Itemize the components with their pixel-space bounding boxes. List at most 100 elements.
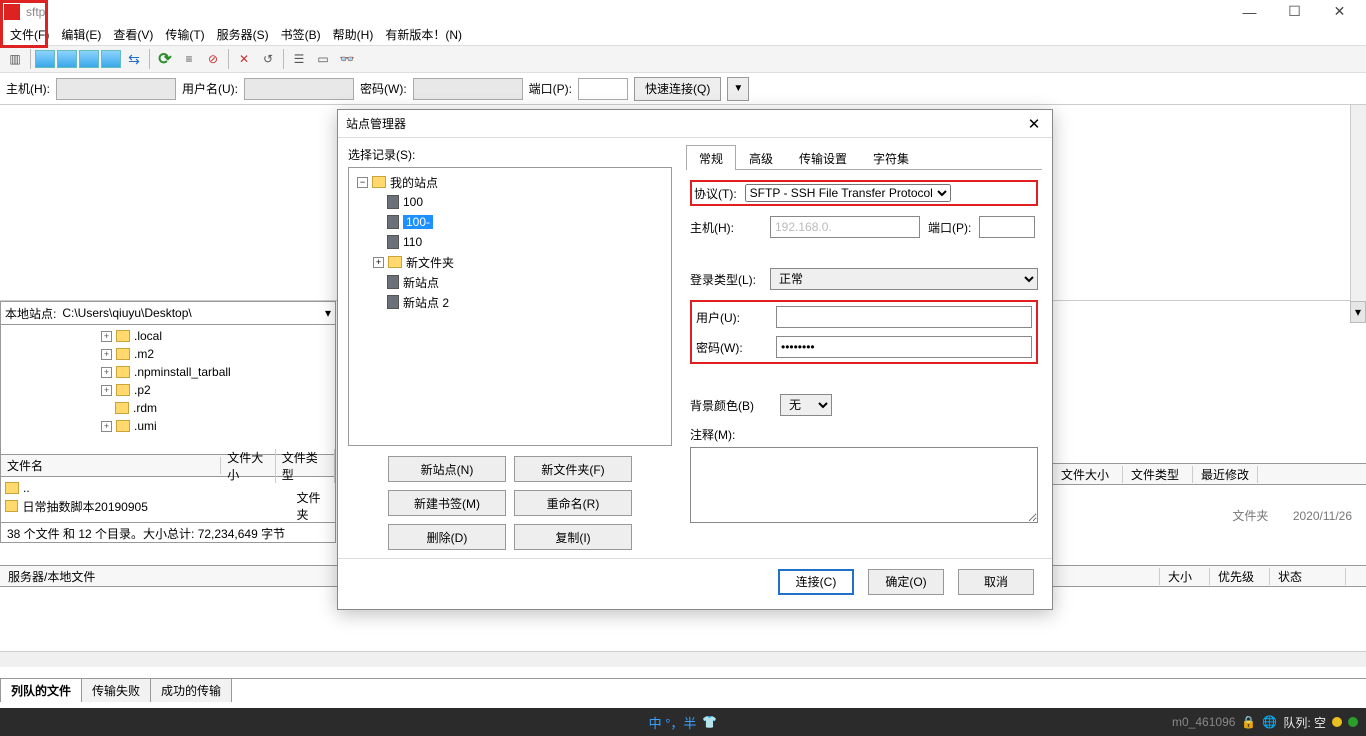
port-input[interactable] [979,216,1035,238]
host-input[interactable] [770,216,920,238]
hscrollbar[interactable] [0,651,1366,667]
col-type[interactable]: 文件类型 [1123,466,1193,483]
dialog-close-button[interactable]: ✕ [1024,115,1044,133]
compare-icon[interactable]: ▭ [312,48,334,70]
qc-port-input[interactable] [578,78,628,100]
user-input[interactable] [776,306,1032,328]
tab-general[interactable]: 常规 [686,145,736,170]
watermark: m0_461096 [1172,715,1235,729]
qc-pass-input[interactable] [413,78,523,100]
chevron-down-icon[interactable]: ▾ [321,306,335,320]
bottom-tabs: 列队的文件 传输失败 成功的传输 [0,678,1366,702]
remote-path-dropdown[interactable]: ▾ [1350,301,1366,323]
qc-connect-button[interactable]: 快速连接(Q) [634,77,721,101]
login-type-label: 登录类型(L): [690,271,762,288]
rename-button[interactable]: 重命名(R) [514,490,632,516]
tab-transfer[interactable]: 传输设置 [786,145,860,170]
col-size[interactable]: 大小 [1160,568,1210,585]
layout-3-icon[interactable] [79,50,99,68]
ok-button[interactable]: 确定(O) [868,569,944,595]
site-item[interactable]: 100 [403,195,423,209]
cancel-icon[interactable]: ✕ [233,48,255,70]
close-button[interactable]: ✕ [1317,0,1362,23]
site-item[interactable]: 110 [403,235,422,249]
site-manager-dialog: 站点管理器 ✕ 选择记录(S): −我的站点 100 100- 110 +新文件… [337,109,1053,610]
refresh-icon[interactable]: ⟳ [154,48,176,70]
tab-charset[interactable]: 字符集 [860,145,922,170]
pass-input[interactable] [776,336,1032,358]
tree-node[interactable]: .umi [134,419,157,433]
qc-user-input[interactable] [244,78,354,100]
layout-4-icon[interactable] [101,50,121,68]
menu-server[interactable]: 服务器(S) [211,24,275,45]
menu-edit[interactable]: 编辑(E) [55,24,107,45]
connect-button[interactable]: 连接(C) [778,569,854,595]
new-bookmark-button[interactable]: 新建书签(M) [388,490,506,516]
login-type-select[interactable]: 正常 [770,268,1038,290]
minimize-button[interactable]: — [1227,0,1272,23]
menu-view[interactable]: 查看(V) [107,24,159,45]
new-folder-button[interactable]: 新文件夹(F) [514,456,632,482]
site-tree[interactable]: −我的站点 100 100- 110 +新文件夹 新站点 新站点 2 [348,167,672,446]
site-folder[interactable]: 新文件夹 [406,254,454,271]
port-label: 端口(P): [928,219,971,236]
col-type[interactable]: 文件类型 [276,449,335,483]
site-item[interactable]: 新站点 [403,274,439,291]
dialog-tabs: 常规 高级 传输设置 字符集 [686,144,1042,170]
tab-queued[interactable]: 列队的文件 [0,678,82,702]
site-manager-icon[interactable]: ▥ [4,48,26,70]
tree-node[interactable]: .local [134,329,162,343]
tab-failed[interactable]: 传输失败 [81,678,151,702]
new-site-button[interactable]: 新站点(N) [388,456,506,482]
maximize-button[interactable]: ☐ [1272,0,1317,23]
sync-arrows-icon[interactable]: ⇆ [123,48,145,70]
list-item[interactable]: .. [23,481,30,495]
tree-node[interactable]: .m2 [134,347,154,361]
col-size[interactable]: 文件大小 [1053,466,1123,483]
list-item[interactable]: 日常抽数脚本20190905 [22,498,234,515]
qc-dropdown-button[interactable]: ▼ [727,77,749,101]
layout-1-icon[interactable] [35,50,55,68]
layout-2-icon[interactable] [57,50,77,68]
protocol-label: 协议(T): [694,185,737,202]
copy-button[interactable]: 复制(I) [514,524,632,550]
dialog-titlebar: 站点管理器 ✕ [338,110,1052,138]
local-path-bar: 本地站点: ▾ [0,301,336,325]
menu-bookmarks[interactable]: 书签(B) [275,24,327,45]
tree-node[interactable]: .npminstall_tarball [134,365,231,379]
list-icon[interactable]: ☰ [288,48,310,70]
menu-help[interactable]: 帮助(H) [327,24,380,45]
reconnect-icon[interactable]: ↺ [257,48,279,70]
menu-new-version[interactable]: 有新版本！(N) [379,24,468,45]
pass-label: 密码(W): [696,339,768,356]
stop-icon[interactable]: ⊘ [202,48,224,70]
search-icon[interactable]: 👓 [336,48,358,70]
menu-transfer[interactable]: 传输(T) [159,24,210,45]
protocol-select[interactable]: SFTP - SSH File Transfer Protocol [745,184,951,202]
user-label: 用户(U): [696,309,768,326]
tab-advanced[interactable]: 高级 [736,145,786,170]
menu-file[interactable]: 文件(F) [4,24,55,45]
tree-root[interactable]: 我的站点 [390,174,438,191]
tree-node[interactable]: .rdm [133,401,157,415]
local-path-input[interactable] [60,303,321,323]
bg-color-select[interactable]: 无 [780,394,832,416]
note-textarea[interactable] [690,447,1038,523]
site-item[interactable]: 新站点 2 [403,294,449,311]
local-file-list[interactable]: .. 日常抽数脚本20190905文件夹 [0,477,336,523]
col-mod[interactable]: 最近修改 [1193,466,1258,483]
cancel-button[interactable]: 取消 [958,569,1034,595]
delete-button[interactable]: 删除(D) [388,524,506,550]
site-item-selected[interactable]: 100- [403,215,433,229]
tree-node[interactable]: .p2 [134,383,151,397]
ime-indicator: 中 °，半👕 [649,713,718,732]
tab-success[interactable]: 成功的传输 [150,678,232,702]
col-size[interactable]: 文件大小 [221,449,275,483]
log-scrollbar[interactable] [1350,105,1366,301]
qc-host-input[interactable] [56,78,176,100]
filter-icon[interactable]: ≡ [178,48,200,70]
col-prio[interactable]: 优先级 [1210,568,1270,585]
col-status[interactable]: 状态 [1270,568,1346,585]
local-tree[interactable]: +.local +.m2 +.npminstall_tarball +.p2 .… [0,325,336,455]
col-name[interactable]: 文件名 [1,457,221,474]
